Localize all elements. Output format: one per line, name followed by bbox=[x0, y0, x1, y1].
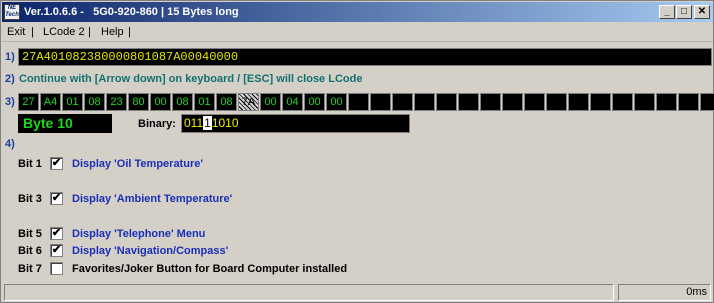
step-1-label: 1) bbox=[5, 51, 15, 63]
byte-cell[interactable] bbox=[436, 93, 457, 111]
bit-3-label: Bit 3 bbox=[18, 193, 42, 205]
byte-cell[interactable]: 08 bbox=[172, 93, 193, 111]
bit-3-checkbox[interactable]: ✔ bbox=[50, 192, 63, 205]
menu-exit[interactable]: Exit bbox=[7, 26, 25, 38]
byte-cell[interactable]: 00 bbox=[150, 93, 171, 111]
byte-cell[interactable]: 08 bbox=[216, 93, 237, 111]
bit-5-checkbox[interactable]: ✔ bbox=[50, 227, 63, 240]
title-bar[interactable]: NE Tech Ver.1.0.6.6 - 5G0-920-860 | 15 B… bbox=[2, 2, 713, 22]
selected-byte-label: Byte 10 bbox=[18, 114, 112, 133]
lcode-window: NE Tech Ver.1.0.6.6 - 5G0-920-860 | 15 B… bbox=[0, 0, 714, 303]
bit-1-label: Bit 1 bbox=[18, 158, 42, 170]
bit-5-description: Display 'Telephone' Menu bbox=[72, 228, 206, 240]
byte-cell[interactable] bbox=[414, 93, 435, 111]
binary-before: 011 bbox=[184, 116, 204, 130]
menu-lcode2[interactable]: LCode 2 bbox=[43, 26, 85, 38]
status-bar: 0ms bbox=[2, 283, 713, 302]
byte-cell[interactable] bbox=[348, 93, 369, 111]
byte-cell[interactable]: A4 bbox=[40, 93, 61, 111]
byte-cell[interactable] bbox=[458, 93, 479, 111]
bit-1-checkbox[interactable]: ✔ bbox=[50, 157, 63, 170]
status-panel-left bbox=[4, 284, 614, 301]
byte-cell[interactable] bbox=[612, 93, 633, 111]
bit-1-description: Display 'Oil Temperature' bbox=[72, 158, 203, 170]
byte-cell[interactable] bbox=[546, 93, 567, 111]
bit-3-description: Display 'Ambient Temperature' bbox=[72, 193, 233, 205]
window-title: Ver.1.0.6.6 - 5G0-920-860 | 15 Bytes lon… bbox=[24, 6, 239, 18]
byte-cell-selected[interactable]: 7A bbox=[238, 93, 259, 111]
byte-cell[interactable] bbox=[370, 93, 391, 111]
byte-cell[interactable] bbox=[480, 93, 501, 111]
byte-cell[interactable]: 01 bbox=[62, 93, 83, 111]
byte-cell[interactable]: 80 bbox=[128, 93, 149, 111]
menu-separator: | bbox=[128, 26, 131, 38]
binary-label: Binary: bbox=[138, 118, 176, 130]
bit-7-description: Favorites/Joker Button for Board Compute… bbox=[72, 263, 348, 275]
instruction-text: Continue with [Arrow down] on keyboard /… bbox=[19, 73, 363, 85]
byte-cell[interactable] bbox=[634, 93, 655, 111]
byte-cell[interactable] bbox=[678, 93, 699, 111]
bit-5-label: Bit 5 bbox=[18, 228, 42, 240]
binary-field[interactable]: 01111010 bbox=[181, 114, 410, 133]
binary-after: 1010 bbox=[211, 116, 239, 130]
byte-cell[interactable]: 08 bbox=[84, 93, 105, 111]
maximize-button[interactable]: □ bbox=[676, 5, 692, 19]
menu-separator: | bbox=[31, 26, 34, 38]
step-3-label: 3) bbox=[5, 96, 15, 108]
byte-cell[interactable]: 00 bbox=[326, 93, 347, 111]
step-2-label: 2) bbox=[5, 73, 15, 85]
byte-cell[interactable] bbox=[392, 93, 413, 111]
byte-cell[interactable]: 00 bbox=[260, 93, 281, 111]
byte-cell[interactable] bbox=[568, 93, 589, 111]
byte-cell[interactable] bbox=[524, 93, 545, 111]
menu-separator: | bbox=[88, 26, 91, 38]
menu-help[interactable]: Help bbox=[101, 26, 124, 38]
long-code-field[interactable]: 27A401082380000801087A00040000 bbox=[18, 48, 712, 66]
step-4-label: 4) bbox=[5, 138, 15, 150]
app-icon[interactable]: NE Tech bbox=[4, 4, 20, 20]
bit-7-checkbox[interactable] bbox=[50, 262, 63, 275]
byte-cell[interactable]: 23 bbox=[106, 93, 127, 111]
status-timing: 0ms bbox=[618, 284, 711, 301]
byte-cell[interactable] bbox=[700, 93, 714, 111]
close-button[interactable]: ✕ bbox=[694, 5, 710, 19]
bit-7-label: Bit 7 bbox=[18, 263, 42, 275]
byte-cell[interactable] bbox=[656, 93, 677, 111]
byte-cell[interactable]: 04 bbox=[282, 93, 303, 111]
byte-cell[interactable]: 00 bbox=[304, 93, 325, 111]
menu-bar: Exit | LCode 2 | Help | bbox=[2, 23, 713, 42]
bit-6-checkbox[interactable]: ✔ bbox=[50, 244, 63, 257]
bit-6-description: Display 'Navigation/Compass' bbox=[72, 245, 229, 257]
minimize-button[interactable]: _ bbox=[659, 5, 675, 19]
byte-cell[interactable]: 27 bbox=[18, 93, 39, 111]
byte-cell[interactable]: 01 bbox=[194, 93, 215, 111]
byte-cell[interactable] bbox=[590, 93, 611, 111]
bit-6-label: Bit 6 bbox=[18, 245, 42, 257]
byte-cell[interactable] bbox=[502, 93, 523, 111]
binary-cursor: 1 bbox=[203, 116, 212, 130]
